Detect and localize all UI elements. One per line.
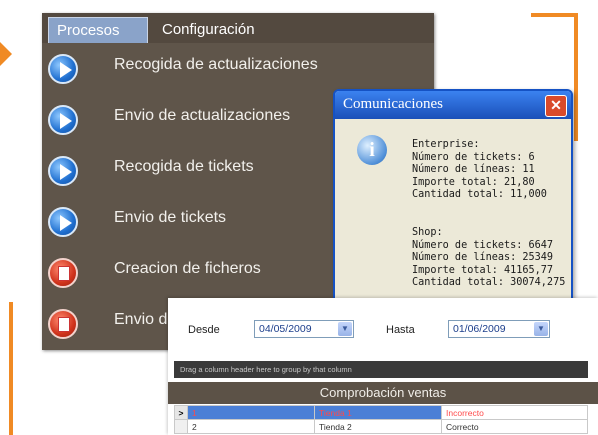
play-icon (48, 156, 78, 186)
close-icon[interactable]: ✕ (545, 95, 567, 117)
from-date-value: 04/05/2009 (259, 323, 312, 335)
sales-check-window: Desde 04/05/2009 ▼ Hasta 01/06/2009 ▼ Dr… (168, 298, 598, 435)
cell-store[interactable]: Tienda 2 (314, 419, 442, 434)
row-indicator (174, 419, 188, 434)
grid-title: Comprobación ventas (168, 382, 598, 404)
to-date-value: 01/06/2009 (453, 323, 506, 335)
cell-store[interactable]: Tienda 1 (314, 405, 442, 420)
table-row[interactable]: > 1 Tienda 1 Incorrecto (174, 405, 588, 420)
cell-status[interactable]: Incorrecto (441, 405, 588, 420)
from-date-picker[interactable]: 04/05/2009 ▼ (254, 320, 354, 338)
corner-bar-left (9, 302, 13, 435)
to-date-picker[interactable]: 01/06/2009 ▼ (448, 320, 550, 338)
menu-item-label: Creacion de ficheros (114, 260, 261, 277)
shop-summary: Shop: Número de tickets: 6647 Número de … (412, 227, 566, 289)
menu-item-label: Recogida de tickets (114, 158, 254, 175)
chevron-down-icon[interactable]: ▼ (534, 322, 548, 336)
file-icon (48, 309, 78, 339)
tab-configuracion[interactable]: Configuración (154, 17, 294, 43)
table-row[interactable]: 2 Tienda 2 Correcto (174, 419, 588, 434)
cell-number[interactable]: 2 (187, 419, 315, 434)
play-icon (48, 54, 78, 84)
dialog-title-bar: Comunicaciones ✕ (335, 91, 571, 119)
chevron-down-icon[interactable]: ▼ (338, 322, 352, 336)
corner-bar-top (531, 13, 578, 17)
from-label: Desde (188, 324, 220, 336)
enterprise-summary: Enterprise: Número de tickets: 6 Número … (412, 139, 547, 201)
play-icon (48, 105, 78, 135)
play-icon (48, 207, 78, 237)
corner-bar-right (574, 13, 578, 141)
menu-item-label: Envio de actualizaciones (114, 107, 291, 124)
to-label: Hasta (386, 324, 415, 336)
menu-tab-bar: Procesos Configuración (42, 13, 434, 43)
menu-item-recogida-actualizaciones[interactable]: Recogida de actualizaciones (42, 48, 434, 94)
arrow-decoration (0, 42, 12, 66)
tab-procesos[interactable]: Procesos (48, 17, 148, 43)
sales-grid: > 1 Tienda 1 Incorrecto 2 Tienda 2 Corre… (174, 405, 588, 434)
menu-item-label: Envio de tickets (114, 209, 227, 226)
cell-number[interactable]: 1 (187, 405, 315, 420)
info-icon: i (357, 135, 387, 165)
group-by-panel[interactable]: Drag a column header here to group by th… (174, 361, 588, 378)
menu-item-label: Envio d (114, 311, 168, 328)
menu-item-label: Recogida de actualizaciones (114, 56, 318, 73)
file-icon (48, 258, 78, 288)
dialog-title: Comunicaciones (343, 96, 443, 112)
communications-dialog: Comunicaciones ✕ i Enterprise: Número de… (333, 89, 573, 311)
row-indicator: > (174, 405, 188, 420)
cell-status[interactable]: Correcto (441, 419, 588, 434)
